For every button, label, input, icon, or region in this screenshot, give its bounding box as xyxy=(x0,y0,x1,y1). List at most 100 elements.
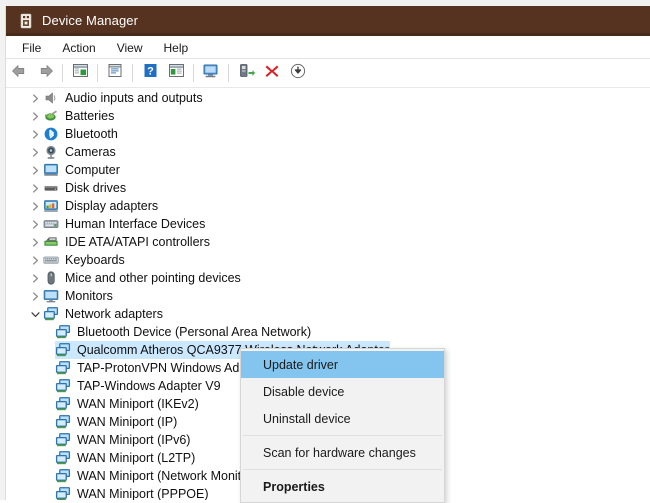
context-menu-separator xyxy=(243,435,442,436)
chevron-right-icon[interactable] xyxy=(27,252,43,268)
network-adapter-icon xyxy=(55,324,71,340)
window-title: Device Manager xyxy=(42,12,139,28)
toolbar-properties[interactable] xyxy=(104,62,126,84)
tree-row[interactable]: IDE ATA/ATAPI controllers xyxy=(7,233,650,251)
toolbar-uninstall-device[interactable] xyxy=(261,62,283,84)
tree-row[interactable]: Batteries xyxy=(7,107,650,125)
tree-row-label: Mice and other pointing devices xyxy=(65,271,241,285)
device-manager-icon xyxy=(18,13,34,29)
tree-row-label: Network adapters xyxy=(65,307,163,321)
toolbar-back[interactable] xyxy=(8,62,30,84)
network-adapter-icon xyxy=(55,468,71,484)
tree-row[interactable]: Disk drives xyxy=(7,179,650,197)
help-icon: ? xyxy=(143,63,158,83)
tree-row-label: Monitors xyxy=(65,289,113,303)
ctx-disable-device[interactable]: Disable device xyxy=(241,378,444,405)
toolbar-separator-4 xyxy=(193,64,194,82)
context-menu-separator xyxy=(243,469,442,470)
chevron-down-icon[interactable] xyxy=(27,306,43,322)
tree-row[interactable]: Display adapters xyxy=(7,197,650,215)
tree-row[interactable]: Keyboards xyxy=(7,251,650,269)
device-manager-window: Device Manager File Action View Help ? A… xyxy=(0,0,650,503)
hid-icon xyxy=(43,216,59,232)
context-menu-item-label: Disable device xyxy=(263,384,345,399)
chevron-right-icon[interactable] xyxy=(27,180,43,196)
scan-hardware-changes-icon xyxy=(202,63,220,84)
tree-row[interactable]: Monitors xyxy=(7,287,650,305)
tree-row-label: WAN Miniport (L2TP) xyxy=(77,451,196,465)
toolbar-separator-1 xyxy=(62,64,63,82)
chevron-right-icon[interactable] xyxy=(27,90,43,106)
network-adapter-icon xyxy=(55,432,71,448)
toolbar-help[interactable]: ? xyxy=(139,62,161,84)
chevron-right-icon[interactable] xyxy=(27,144,43,160)
ctx-scan-hardware-changes[interactable]: Scan for hardware changes xyxy=(241,439,444,466)
tree-row[interactable]: Cameras xyxy=(7,143,650,161)
menu-help[interactable]: Help xyxy=(155,39,198,57)
toolbar-separator-5 xyxy=(228,64,229,82)
context-menu-item-label: Update driver xyxy=(263,357,339,372)
tree-row-label: Audio inputs and outputs xyxy=(65,91,203,105)
toolbar-scan-hardware[interactable] xyxy=(200,62,222,84)
bluetooth-icon xyxy=(43,126,59,142)
tree-row-label: Batteries xyxy=(65,109,115,123)
network-adapter-icon xyxy=(55,486,71,500)
network-adapter-icon xyxy=(55,414,71,430)
tree-row[interactable]: Mice and other pointing devices xyxy=(7,269,650,287)
chevron-right-icon[interactable] xyxy=(27,270,43,286)
tree-row-label: WAN Miniport (PPPOE) xyxy=(77,487,209,500)
network-adapter-icon xyxy=(55,450,71,466)
toolbar-action-pane[interactable] xyxy=(165,62,187,84)
context-menu[interactable]: Update driver Disable device Uninstall dev… xyxy=(240,348,445,503)
tree-row[interactable]: Computer xyxy=(7,161,650,179)
tree-row-label: Display adapters xyxy=(65,199,159,213)
toolbar: ? xyxy=(6,59,650,87)
forward-arrow-icon xyxy=(37,63,54,84)
mouse-icon xyxy=(43,270,59,286)
tree-row[interactable]: Bluetooth Device (Personal Area Network) xyxy=(7,323,650,341)
tree-row-label: TAP-Windows Adapter V9 xyxy=(77,379,221,393)
toolbar-divider xyxy=(6,87,650,88)
network-adapter-icon xyxy=(55,378,71,394)
network-adapter-icon xyxy=(55,396,71,412)
menu-view[interactable]: View xyxy=(108,39,152,57)
menu-file[interactable]: File xyxy=(13,39,50,57)
ide-controller-icon xyxy=(43,234,59,250)
chevron-right-icon[interactable] xyxy=(27,234,43,250)
chevron-right-icon[interactable] xyxy=(27,108,43,124)
ctx-update-driver[interactable]: Update driver xyxy=(241,351,444,378)
ctx-uninstall-device[interactable]: Uninstall device xyxy=(241,405,444,432)
toolbar-update-driver[interactable] xyxy=(235,62,257,84)
tree-row[interactable]: Human Interface Devices xyxy=(7,215,650,233)
tree-row-label: WAN Miniport (IKEv2) xyxy=(77,397,199,411)
menu-action[interactable]: Action xyxy=(53,39,104,57)
ctx-properties[interactable]: Properties xyxy=(241,473,444,500)
show-hide-action-pane-icon xyxy=(168,63,185,83)
chevron-right-icon[interactable] xyxy=(27,198,43,214)
context-menu-item-label: Uninstall device xyxy=(263,411,351,426)
tree-row[interactable]: Network adapters xyxy=(7,305,650,323)
display-adapter-icon xyxy=(43,198,59,214)
chevron-right-icon[interactable] xyxy=(27,288,43,304)
tree-row-label: WAN Miniport (IP) xyxy=(77,415,178,429)
chevron-right-icon[interactable] xyxy=(27,216,43,232)
chevron-right-icon[interactable] xyxy=(27,126,43,142)
uninstall-device-icon xyxy=(264,63,280,84)
toolbar-forward[interactable] xyxy=(34,62,56,84)
tree-row[interactable]: Bluetooth xyxy=(7,125,650,143)
monitor-icon xyxy=(43,288,59,304)
tree-row-label: WAN Miniport (IPv6) xyxy=(77,433,191,447)
tree-row[interactable]: Audio inputs and outputs xyxy=(7,89,650,107)
context-menu-item-label: Scan for hardware changes xyxy=(263,445,416,460)
tree-row-label: Computer xyxy=(65,163,120,177)
properties-icon xyxy=(107,63,123,83)
toolbar-separator-2 xyxy=(97,64,98,82)
network-adapter-icon xyxy=(55,342,71,358)
toolbar-disable-device[interactable] xyxy=(287,62,309,84)
keyboard-icon xyxy=(43,252,59,268)
network-adapter-icon xyxy=(55,360,71,376)
title-bar-shadow xyxy=(6,33,650,36)
tree-row-label: Keyboards xyxy=(65,253,125,267)
toolbar-console-tree[interactable] xyxy=(69,62,91,84)
chevron-right-icon[interactable] xyxy=(27,162,43,178)
